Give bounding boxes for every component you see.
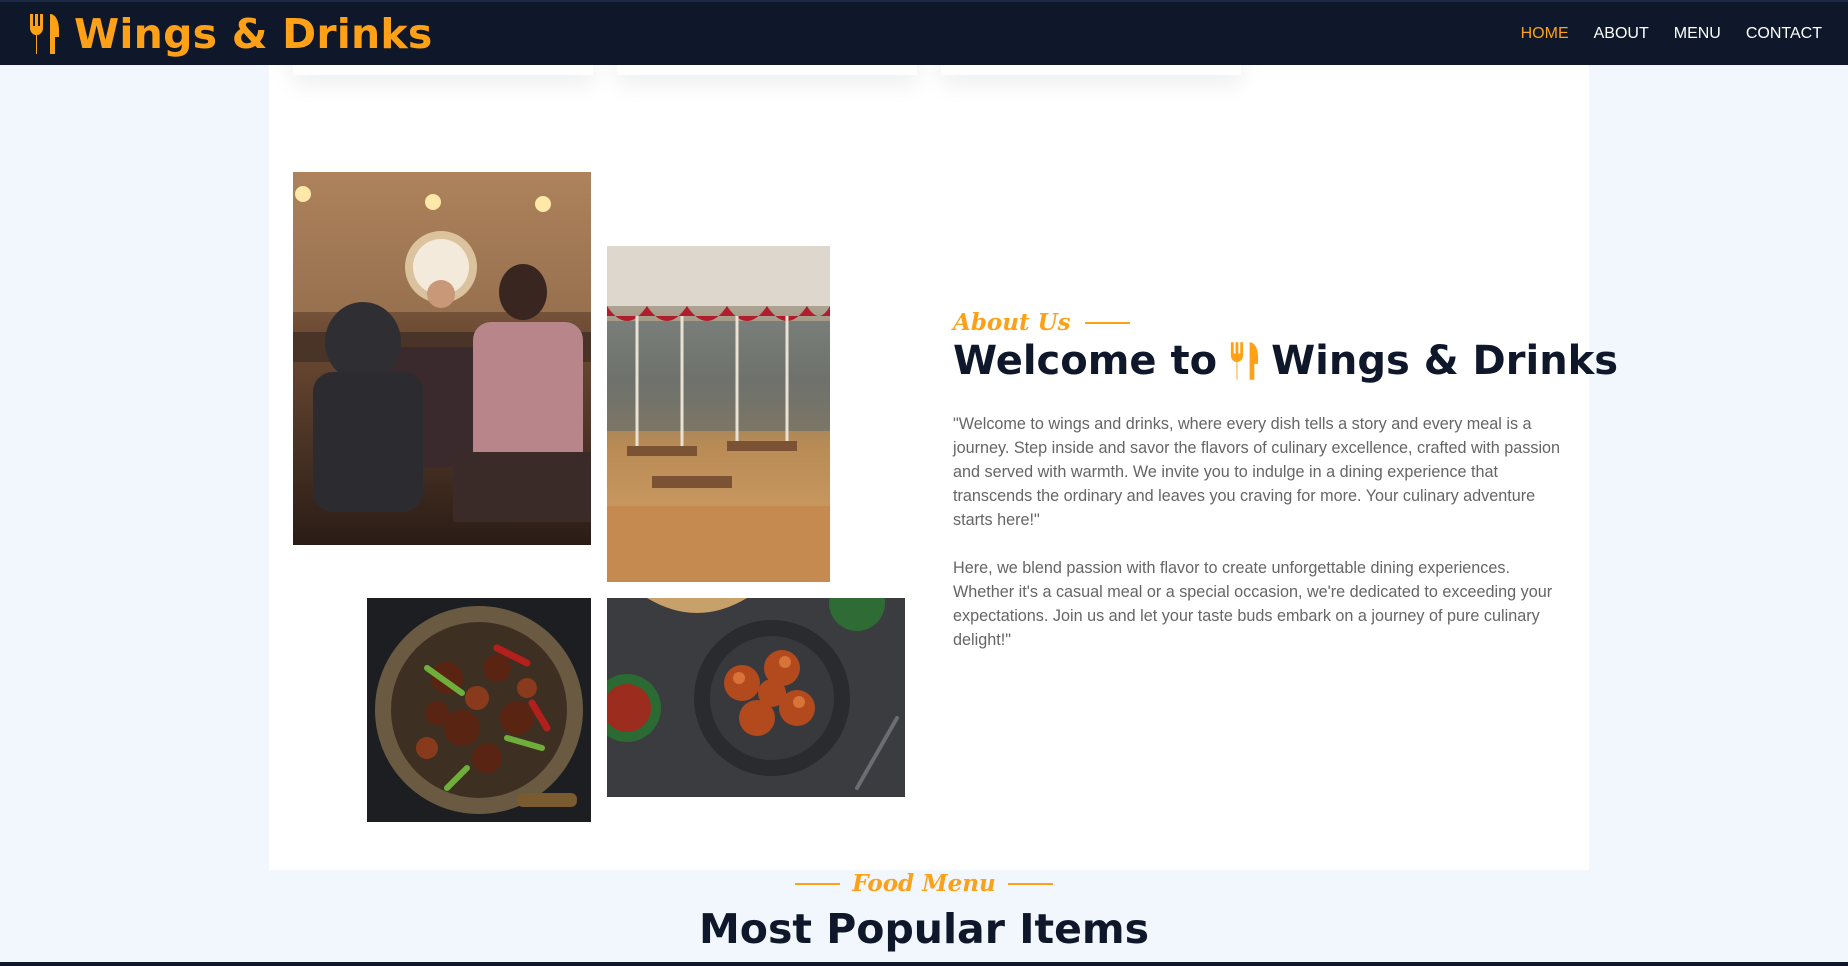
brand-link[interactable]: Wings & Drinks: [28, 10, 433, 58]
service-cards-edge: [269, 45, 1589, 115]
nav-item-home[interactable]: HOME: [1521, 25, 1569, 43]
navbar: Wings & Drinks HOME ABOUT MENU CONTACT: [0, 0, 1848, 65]
kicker-line: [1084, 321, 1130, 324]
menu-section-header: Food Menu Most Popular Items: [0, 870, 1848, 953]
about-section: About Us Welcome to Wings & Drinks "Welc…: [269, 45, 1618, 870]
about-title-prefix: Welcome to: [953, 338, 1218, 384]
momo-dish-photo: [607, 598, 905, 797]
kicker-line: [795, 882, 841, 885]
nav-item-contact[interactable]: CONTACT: [1746, 25, 1822, 43]
about-text: About Us Welcome to Wings & Drinks "Welc…: [953, 309, 1618, 652]
nav-links: HOME ABOUT MENU CONTACT: [1521, 25, 1822, 43]
menu-kicker: Food Menu: [852, 870, 996, 897]
about-title-brand: Wings & Drinks: [1271, 338, 1619, 384]
about-title: Welcome to Wings & Drinks: [953, 338, 1618, 384]
bottom-edge: [0, 962, 1848, 966]
utensils-icon: [1229, 341, 1259, 381]
utensils-icon: [28, 13, 60, 54]
about-kicker-row: About Us: [953, 309, 1561, 336]
dining-hall-photo: [607, 246, 830, 582]
restaurant-bar-photo: [293, 172, 591, 545]
menu-kicker-row: Food Menu: [0, 870, 1848, 897]
about-paragraph-2: Here, we blend passion with flavor to cr…: [953, 559, 1553, 649]
brand-name: Wings & Drinks: [74, 9, 433, 58]
nav-item-menu[interactable]: MENU: [1674, 25, 1721, 43]
about-kicker: About Us: [953, 309, 1071, 336]
kicker-line: [1007, 882, 1053, 885]
menu-title: Most Popular Items: [699, 905, 1149, 953]
about-paragraph-1: "Welcome to wings and drinks, where ever…: [953, 415, 1561, 529]
nav-item-about[interactable]: ABOUT: [1594, 25, 1649, 43]
chilli-chicken-photo: [367, 598, 591, 822]
